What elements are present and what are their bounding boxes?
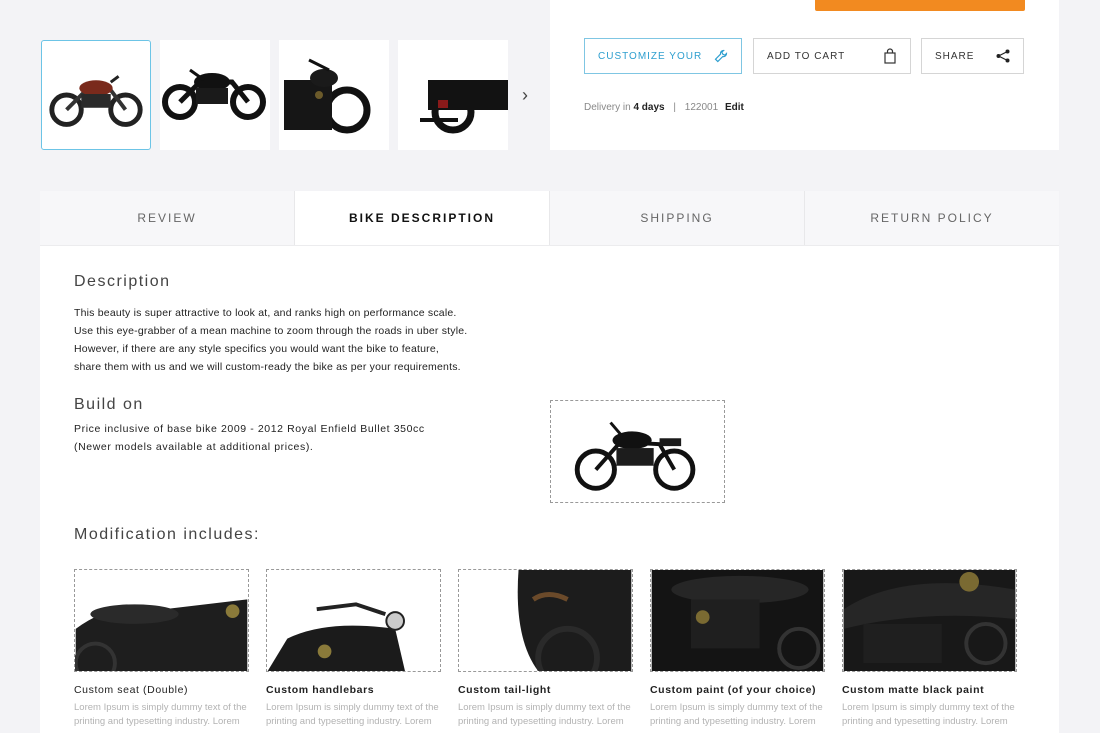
modification-desc-line: Lorem Ipsum is simply dummy text of the xyxy=(74,702,247,713)
modification-desc-line: printing and typesetting industry. Lorem xyxy=(74,716,240,727)
wrench-icon xyxy=(714,49,728,63)
thumbnail-bike-red[interactable] xyxy=(41,40,151,150)
base-bike-image xyxy=(550,400,725,503)
thumbnail-next-arrow-icon[interactable]: › xyxy=(516,84,534,106)
modification-title: Custom handlebars xyxy=(266,684,375,696)
tab-content: Description This beauty is super attract… xyxy=(40,246,1059,733)
buy-now-button[interactable] xyxy=(815,0,1025,11)
delivery-separator: | xyxy=(673,102,676,113)
add-to-cart-button[interactable]: ADD TO CART xyxy=(753,38,911,74)
customize-label: CUSTOMIZE YOUR xyxy=(598,50,703,62)
bike-image xyxy=(420,80,508,134)
description-line: However, if there are any style specific… xyxy=(74,343,439,355)
delivery-pincode: 122001 xyxy=(684,102,719,113)
modification-image xyxy=(74,569,249,672)
bike-image xyxy=(574,421,696,491)
description-line: Use this eye-grabber of a mean machine t… xyxy=(74,325,468,337)
delivery-days: 4 days xyxy=(633,102,665,113)
modification-desc-line: Lorem Ipsum is simply dummy text of the xyxy=(650,702,823,713)
build-on-heading: Build on xyxy=(74,396,144,413)
modification-title: Custom tail-light xyxy=(458,684,552,696)
modification-title: Custom matte black paint xyxy=(842,684,985,696)
delivery-info: Delivery in 4 days | 122001 Edit xyxy=(584,102,744,113)
modification-desc: Lorem Ipsum is simply dummy text of the … xyxy=(842,701,1018,729)
modification-item[interactable]: Custom paint (of your choice) Lorem Ipsu… xyxy=(650,569,826,729)
modification-desc-line: Lorem Ipsum is simply dummy text of the xyxy=(842,702,1015,713)
bike-image xyxy=(284,58,371,134)
share-label: SHARE xyxy=(935,50,975,62)
modification-item[interactable]: Custom matte black paint Lorem Ipsum is … xyxy=(842,569,1018,729)
modification-image xyxy=(842,569,1017,672)
modification-item[interactable]: Custom handlebars Lorem Ipsum is simply … xyxy=(266,569,442,729)
modification-desc-line: printing and typesetting industry. Lorem xyxy=(842,716,1008,727)
modification-desc-line: printing and typesetting industry. Lorem xyxy=(650,716,816,727)
build-on-line: Price inclusive of base bike 2009 - 2012… xyxy=(74,423,425,435)
modification-title: Custom seat (Double) xyxy=(74,684,189,696)
modification-desc: Lorem Ipsum is simply dummy text of the … xyxy=(458,701,634,729)
product-tabs: REVIEW BIKE DESCRIPTION SHIPPING RETURN … xyxy=(40,191,1059,246)
modification-desc-line: printing and typesetting industry. Lorem xyxy=(458,716,624,727)
bike-image xyxy=(162,68,266,120)
modification-item[interactable]: Custom seat (Double) Lorem Ipsum is simp… xyxy=(74,569,250,729)
modification-desc-line: printing and typesetting industry. Lorem xyxy=(266,716,432,727)
modifications-heading: Modification includes: xyxy=(74,526,260,543)
thumbnail-bike-black-side[interactable] xyxy=(160,40,270,150)
modification-image xyxy=(650,569,825,672)
modification-item[interactable]: Custom tail-light Lorem Ipsum is simply … xyxy=(458,569,634,729)
build-on-line: (Newer models available at additional pr… xyxy=(74,441,314,453)
tab-return-policy[interactable]: RETURN POLICY xyxy=(805,191,1059,245)
delivery-prefix: Delivery in xyxy=(584,102,631,113)
description-text: This beauty is super attractive to look … xyxy=(74,304,467,376)
modification-desc: Lorem Ipsum is simply dummy text of the … xyxy=(266,701,442,729)
bike-image xyxy=(49,75,143,127)
modification-desc-line: Lorem Ipsum is simply dummy text of the xyxy=(458,702,631,713)
customize-button[interactable]: CUSTOMIZE YOUR xyxy=(584,38,742,74)
description-heading: Description xyxy=(74,273,171,290)
thumbnail-bike-black-front[interactable] xyxy=(279,40,389,150)
thumbnail-bike-black-rear[interactable] xyxy=(398,40,508,150)
modification-image xyxy=(266,569,441,672)
edit-pincode-link[interactable]: Edit xyxy=(725,102,744,113)
modification-desc: Lorem Ipsum is simply dummy text of the … xyxy=(74,701,250,729)
description-line: This beauty is super attractive to look … xyxy=(74,307,457,319)
modification-desc-line: Lorem Ipsum is simply dummy text of the xyxy=(266,702,439,713)
product-actions-panel: CUSTOMIZE YOUR ADD TO CART SHARE Deliver… xyxy=(550,0,1059,150)
add-to-cart-label: ADD TO CART xyxy=(767,50,846,62)
share-button[interactable]: SHARE xyxy=(921,38,1024,74)
description-line: share them with us and we will custom-re… xyxy=(74,361,461,373)
modification-image xyxy=(458,569,633,672)
build-on-text: Price inclusive of base bike 2009 - 2012… xyxy=(74,420,425,456)
tab-bike-description[interactable]: BIKE DESCRIPTION xyxy=(295,191,550,245)
modification-desc: Lorem Ipsum is simply dummy text of the … xyxy=(650,701,826,729)
tab-review[interactable]: REVIEW xyxy=(40,191,295,245)
tab-shipping[interactable]: SHIPPING xyxy=(550,191,805,245)
shopping-bag-icon xyxy=(884,48,896,64)
modification-title: Custom paint (of your choice) xyxy=(650,684,817,696)
share-icon xyxy=(996,49,1010,63)
